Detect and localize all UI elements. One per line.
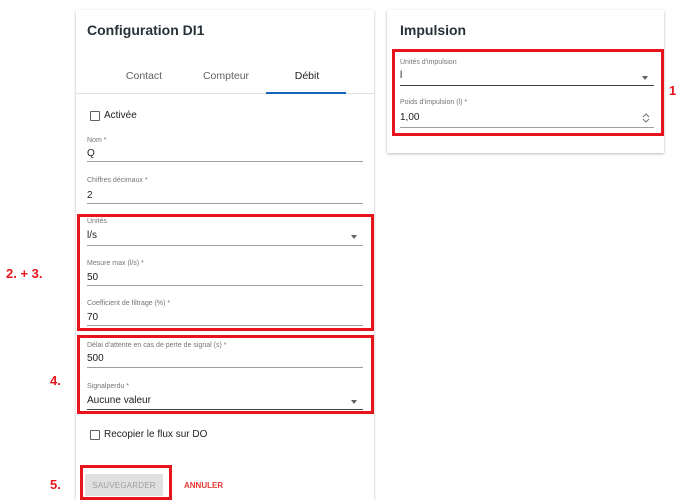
decimals-input[interactable]: 2 xyxy=(87,190,93,201)
impulse-title: Impulsion xyxy=(400,22,467,38)
cancel-button[interactable]: ANNULER xyxy=(184,481,223,490)
annotation-label-1: 1 xyxy=(669,83,677,98)
nom-input[interactable]: Q xyxy=(87,148,95,159)
nom-underline xyxy=(87,161,363,162)
tab-compteur[interactable]: Compteur xyxy=(195,70,257,82)
annotation-label-4: 4. xyxy=(50,373,61,388)
annotation-box-2-3 xyxy=(77,214,374,331)
copy-flow-label: Recopier le flux sur DO xyxy=(104,429,208,440)
annotation-label-5: 5. xyxy=(50,477,61,492)
annotation-box-1 xyxy=(392,49,664,136)
tab-contact[interactable]: Contact xyxy=(118,70,170,82)
active-tab-indicator xyxy=(266,92,346,94)
activated-label: Activée xyxy=(104,110,137,121)
decimals-label: Chiffres décimaux * xyxy=(87,177,148,184)
card-title: Configuration DI1 xyxy=(87,22,205,38)
annotation-label-2-3: 2. + 3. xyxy=(6,266,43,281)
nom-label: Nom * xyxy=(87,137,107,144)
annotation-box-4 xyxy=(77,335,374,414)
copy-flow-checkbox[interactable] xyxy=(90,430,100,440)
activated-checkbox[interactable] xyxy=(90,111,100,121)
decimals-underline xyxy=(87,203,363,204)
annotation-box-5 xyxy=(80,465,172,500)
tab-debit[interactable]: Débit xyxy=(280,70,334,82)
